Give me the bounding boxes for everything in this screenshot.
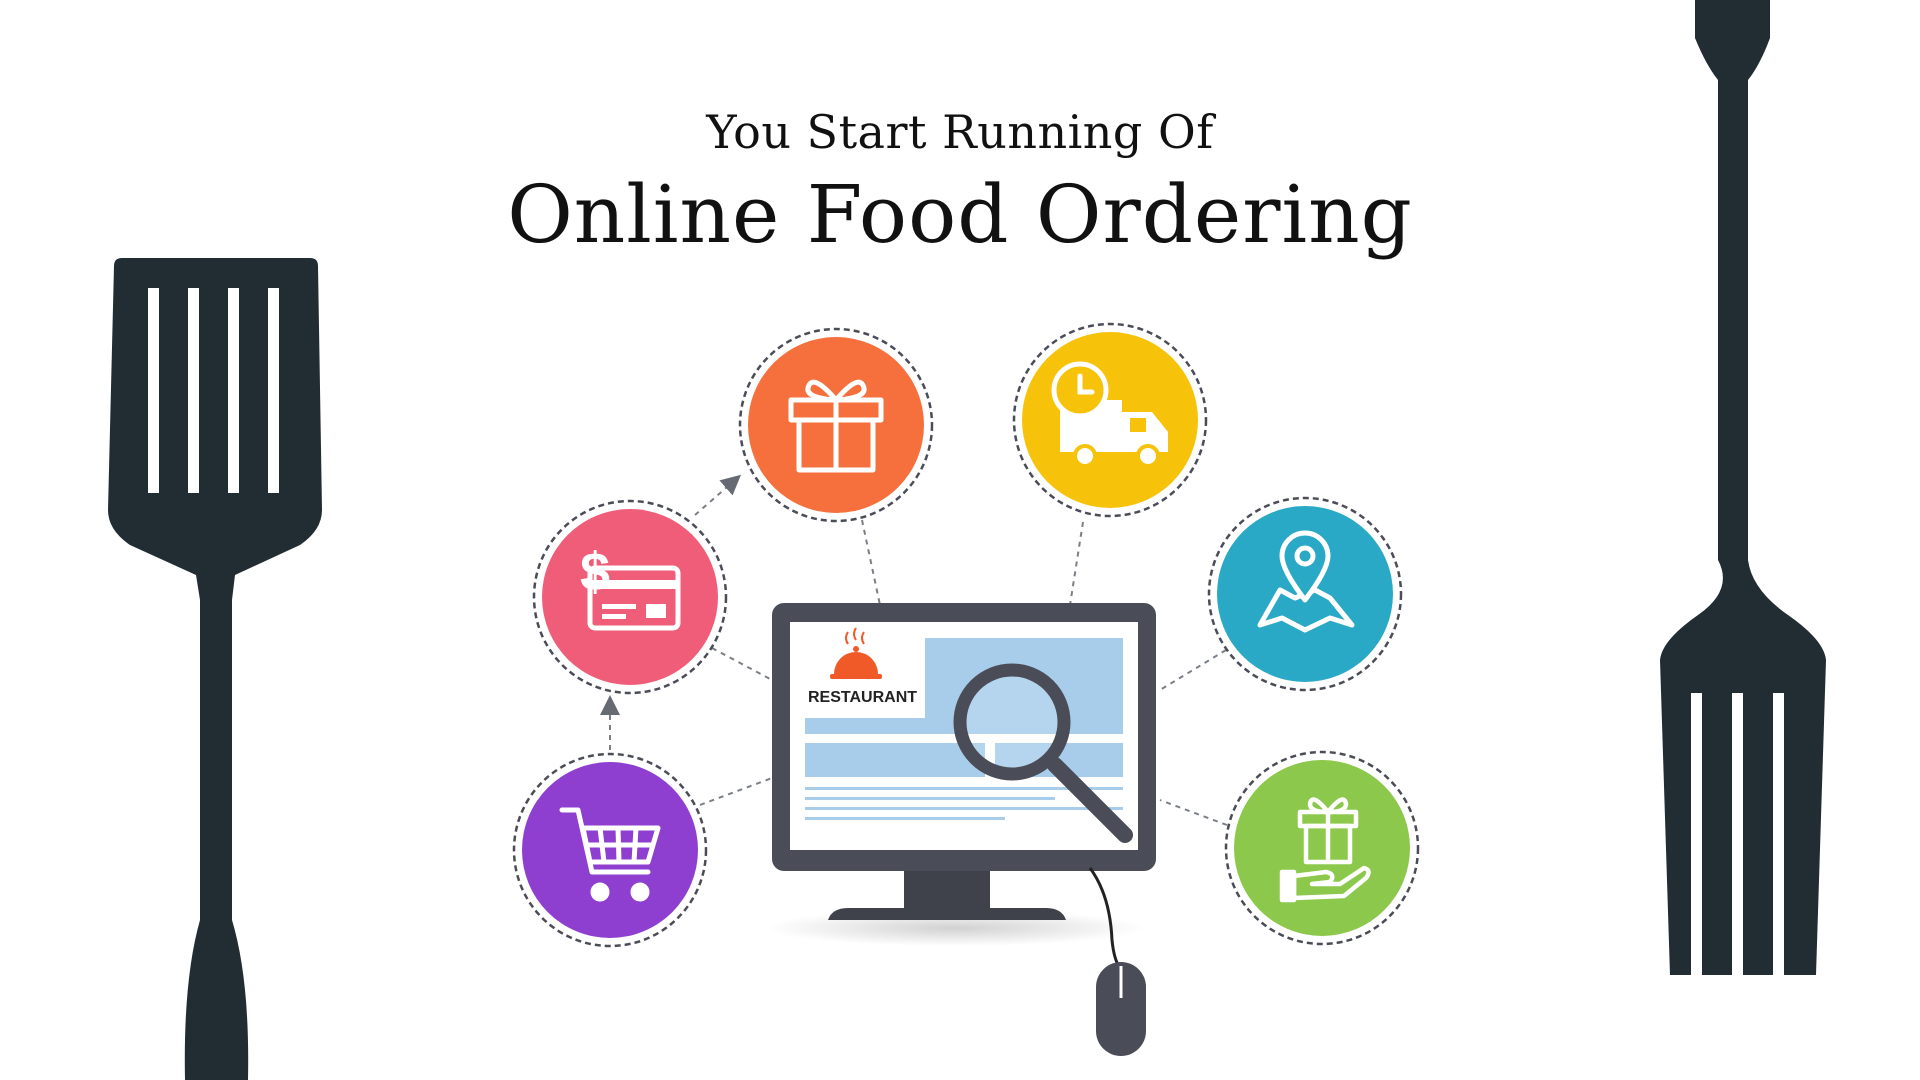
spatula-icon: [108, 258, 322, 1080]
gift-node: [738, 327, 934, 523]
mouse-icon: [1088, 867, 1146, 1056]
location-node: [1207, 496, 1403, 692]
fork-icon: [1660, 0, 1826, 975]
screen-label: RESTAURANT: [808, 689, 917, 706]
gift-hand-node: [1224, 750, 1420, 946]
monitor: RESTAURANT: [765, 603, 1156, 946]
illustration: $ RESTAURANT: [108, 0, 1826, 1080]
payment-node: $: [532, 499, 728, 695]
svg-text:$: $: [580, 542, 610, 602]
cart-node: [512, 752, 708, 948]
delivery-node: [1012, 322, 1208, 518]
